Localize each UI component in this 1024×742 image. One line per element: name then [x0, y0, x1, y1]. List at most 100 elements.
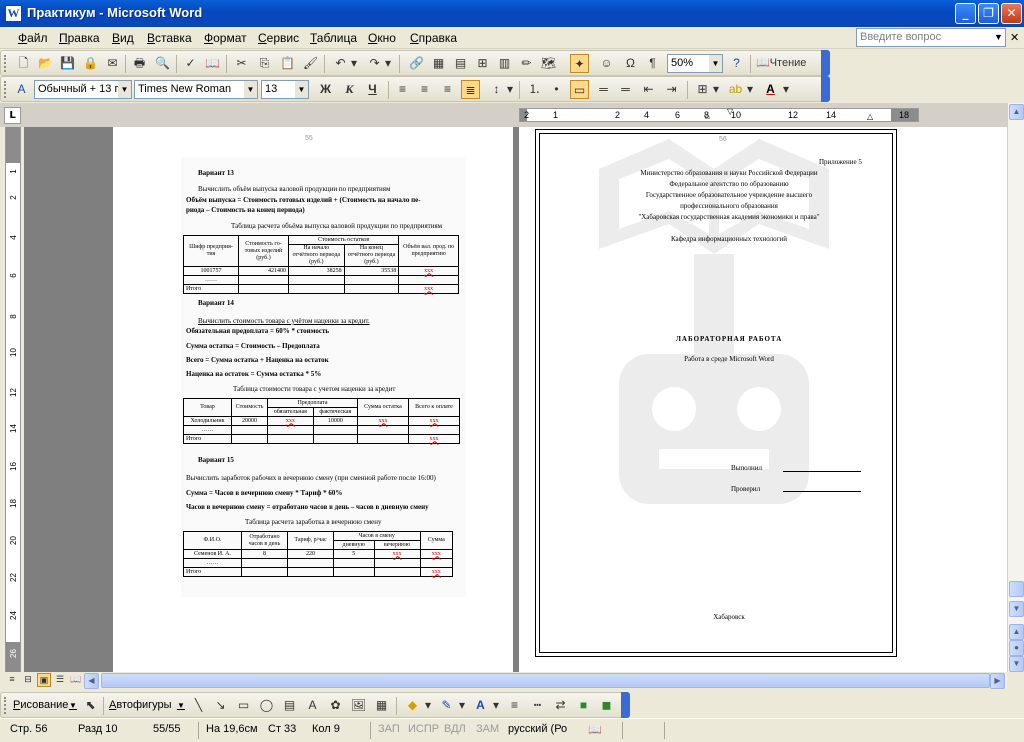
- menu-table[interactable]: Таблица: [310, 31, 357, 45]
- indent-right-icon[interactable]: ⇥: [662, 80, 681, 99]
- chevron-down-icon[interactable]: ▼: [118, 81, 131, 98]
- columns-icon[interactable]: ▥: [495, 54, 514, 73]
- font-color-dropdown-icon[interactable]: ▾: [781, 80, 791, 99]
- vertical-scrollbar[interactable]: ▲ ▼ ▲ ● ▼: [1007, 103, 1024, 672]
- print-preview-icon[interactable]: 🔍: [153, 54, 172, 73]
- hyperlink-icon[interactable]: 🔗: [407, 54, 426, 73]
- font-color-icon[interactable]: A: [471, 696, 490, 715]
- maximize-button[interactable]: ❐: [978, 3, 999, 24]
- diagram-icon[interactable]: ✿: [326, 696, 345, 715]
- status-extend[interactable]: ВДЛ: [444, 723, 466, 735]
- scroll-left-icon[interactable]: ◀: [84, 673, 99, 689]
- horizontal-ruler[interactable]: 2 1 2 4 6 8 10 12 14 18 ⌂ ▽ △: [519, 107, 919, 123]
- toolbar-options-icon[interactable]: [821, 76, 830, 102]
- email-icon[interactable]: ✉: [103, 54, 122, 73]
- drawing-menu[interactable]: Рисование: [13, 699, 68, 711]
- insert-table-icon[interactable]: ▤: [451, 54, 470, 73]
- styles-icon[interactable]: A: [12, 80, 31, 99]
- indent-marker-icon[interactable]: ⌂: [705, 111, 710, 123]
- bullets-icon[interactable]: •: [547, 80, 566, 99]
- minimize-button[interactable]: _: [955, 3, 976, 24]
- scroll-thumb[interactable]: [101, 673, 990, 688]
- status-overwrite[interactable]: ЗАМ: [476, 723, 499, 735]
- font-color-dropdown-icon[interactable]: ▾: [491, 696, 501, 715]
- chevron-down-icon[interactable]: ▼: [177, 701, 185, 710]
- cut-icon[interactable]: ✂: [232, 54, 251, 73]
- chevron-down-icon[interactable]: ▼: [709, 55, 722, 72]
- copy-icon[interactable]: ⎘: [255, 54, 274, 73]
- highlight-icon[interactable]: ab: [726, 80, 745, 99]
- menu-format[interactable]: Формат: [204, 31, 247, 45]
- ask-question-input[interactable]: Введите вопрос: [856, 28, 1006, 47]
- toolbar-options-icon[interactable]: [821, 50, 830, 76]
- ask-dropdown-arrow[interactable]: ▼: [992, 29, 1005, 46]
- reading-view-icon[interactable]: 📖: [69, 673, 83, 687]
- redo-dropdown-icon[interactable]: ▾: [383, 54, 393, 73]
- align-center-icon[interactable]: ≡: [415, 80, 434, 99]
- style-select[interactable]: Обычный + 13 г ▼: [34, 80, 132, 99]
- borders-dropdown-icon[interactable]: ▾: [711, 80, 721, 99]
- indent-icon[interactable]: ═: [616, 80, 635, 99]
- toolbar-grip[interactable]: [4, 81, 7, 98]
- chevron-down-icon[interactable]: ▼: [295, 81, 308, 98]
- text-box-icon[interactable]: ▤: [280, 696, 299, 715]
- vertical-ruler[interactable]: 1 2 4 6 8 10 12 14 16 18 20 22 24 26: [5, 127, 21, 672]
- status-track-changes[interactable]: ИСПР: [408, 723, 439, 735]
- select-objects-icon[interactable]: ⬉: [81, 696, 100, 715]
- line-icon[interactable]: ╲: [189, 696, 208, 715]
- undo-icon[interactable]: ↶: [331, 54, 350, 73]
- show-hide-icon[interactable]: ¶: [643, 54, 662, 73]
- line-color-icon[interactable]: ✎: [437, 696, 456, 715]
- fill-color-dropdown-icon[interactable]: ▾: [423, 696, 433, 715]
- prev-page-icon[interactable]: ▲: [1009, 624, 1024, 640]
- rectangle-icon[interactable]: ▭: [234, 696, 253, 715]
- toolbar-grip[interactable]: [4, 55, 7, 72]
- page-55[interactable]: 55 Вариант 13 Вычислить объём выпуска ва…: [113, 127, 513, 672]
- align-left-icon[interactable]: ≡: [393, 80, 412, 99]
- underline-button[interactable]: Ч: [363, 80, 382, 99]
- decrease-indent-icon[interactable]: ▭: [570, 80, 589, 99]
- autoshapes-menu[interactable]: Автофигуры: [109, 699, 172, 711]
- format-painter-icon[interactable]: 🖌: [301, 54, 320, 73]
- wordart-icon[interactable]: A: [303, 696, 322, 715]
- line-spacing-dropdown-icon[interactable]: ▾: [505, 80, 515, 99]
- new-document-icon[interactable]: 🗋: [14, 54, 33, 73]
- chevron-down-icon[interactable]: ▼: [244, 81, 257, 98]
- document-map-icon[interactable]: 🗺: [539, 54, 558, 73]
- menu-tools[interactable]: Сервис: [258, 31, 299, 45]
- page-56[interactable]: 56 Приложение 5 Министерство образования…: [519, 127, 1007, 672]
- read-button[interactable]: 📖Чтение: [756, 54, 816, 73]
- right-indent-icon[interactable]: △: [867, 111, 873, 123]
- picture-icon[interactable]: ▦: [372, 696, 391, 715]
- increase-indent-icon[interactable]: ═: [594, 80, 613, 99]
- doc-close-icon[interactable]: ✕: [1010, 31, 1019, 44]
- open-icon[interactable]: 📂: [36, 54, 55, 73]
- menu-view[interactable]: Вид: [112, 31, 134, 45]
- font-size-select[interactable]: 13 ▼: [261, 80, 309, 99]
- scroll-up-icon[interactable]: ▲: [1009, 104, 1024, 120]
- tables-borders-icon[interactable]: ▦: [429, 54, 448, 73]
- toggle-icon[interactable]: ✦: [570, 54, 589, 73]
- toolbar-grip[interactable]: [4, 697, 7, 714]
- insert-excel-icon[interactable]: ⊞: [473, 54, 492, 73]
- arrow-style-icon[interactable]: ⇄: [551, 696, 570, 715]
- zoom-select[interactable]: 50% ▼: [667, 54, 723, 73]
- arrow-icon[interactable]: ↘: [211, 696, 230, 715]
- clipart-icon[interactable]: 🖼: [349, 696, 368, 715]
- 3d-icon[interactable]: ◼: [597, 696, 616, 715]
- scroll-down-icon[interactable]: ▼: [1009, 601, 1024, 617]
- help-icon[interactable]: ?: [727, 54, 746, 73]
- word-app-icon[interactable]: W: [5, 5, 22, 22]
- drawing-icon[interactable]: ✏: [517, 54, 536, 73]
- font-select[interactable]: Times New Roman ▼: [134, 80, 258, 99]
- toolbar-options-icon[interactable]: [621, 692, 630, 718]
- italic-button[interactable]: К: [340, 80, 359, 99]
- spelling-status-icon[interactable]: 📖: [588, 723, 602, 736]
- bold-button[interactable]: Ж: [316, 80, 335, 99]
- dash-style-icon[interactable]: ┅: [528, 696, 547, 715]
- undo-dropdown-icon[interactable]: ▾: [349, 54, 359, 73]
- outline-view-icon[interactable]: ☰: [53, 673, 67, 687]
- font-color-icon[interactable]: A: [761, 80, 780, 99]
- horizontal-scrollbar[interactable]: ◀ ▶: [84, 673, 1007, 689]
- document-area[interactable]: 55 Вариант 13 Вычислить объём выпуска ва…: [24, 127, 1007, 672]
